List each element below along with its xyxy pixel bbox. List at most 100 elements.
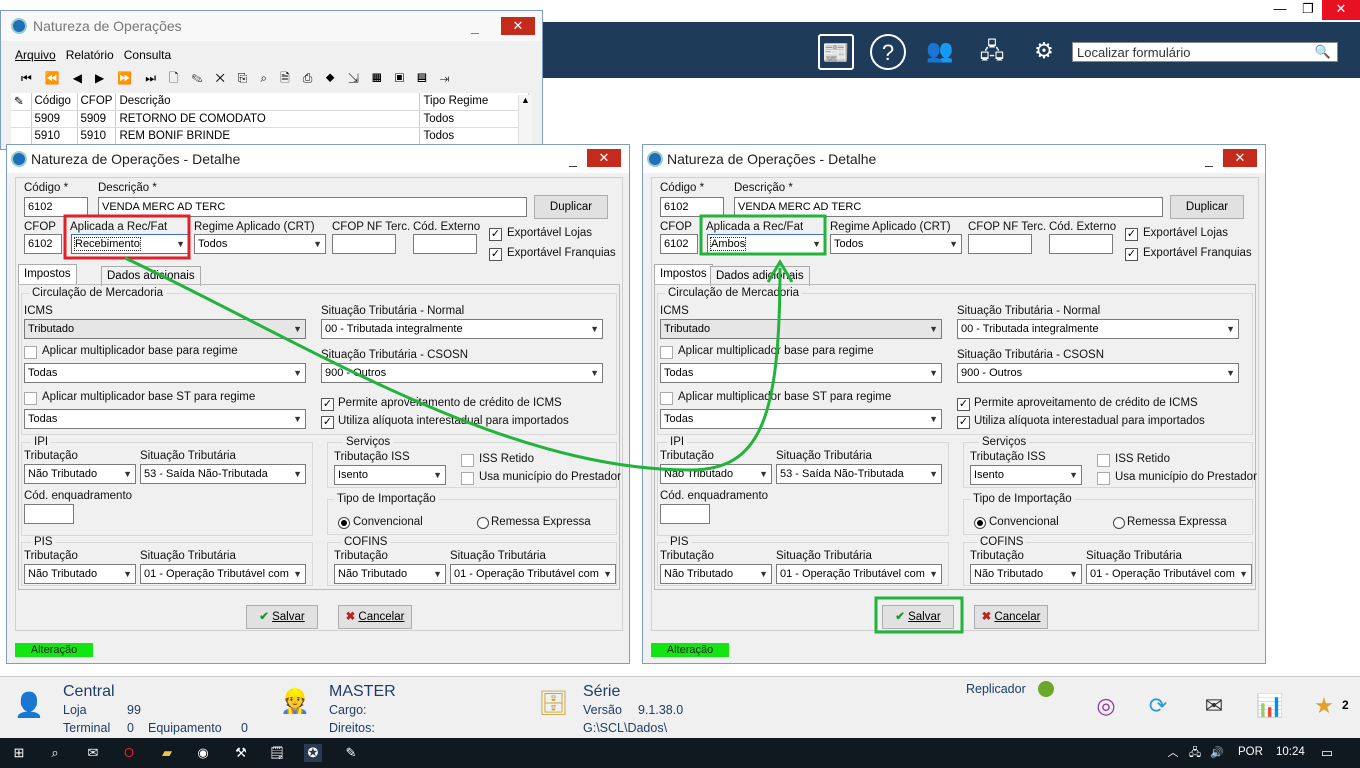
aplicada-select[interactable]: Recebimento ▼	[71, 234, 189, 254]
users-icon[interactable]: 👥	[922, 34, 958, 70]
minimize-icon[interactable]: _	[463, 11, 487, 41]
tab-dados-adicionais[interactable]: Dados adicionais	[101, 266, 201, 286]
iss-retido-checkbox[interactable]	[1097, 454, 1110, 467]
duplicar-button[interactable]: Duplicar	[1170, 195, 1244, 219]
clock[interactable]: 10:24	[1276, 746, 1305, 758]
icms-select[interactable]: Tributado ▼	[660, 319, 942, 339]
cofins-trib-select[interactable]: Não Tributado ▼	[334, 564, 446, 584]
paint-icon[interactable]: ✎	[342, 744, 360, 762]
tool-icon[interactable]: ⚒	[232, 744, 250, 762]
aplicar-mult-checkbox[interactable]	[660, 346, 673, 359]
search-icon[interactable]: ⌕	[46, 744, 64, 762]
cod-enq-input[interactable]	[24, 504, 74, 524]
aplicar-mult-st-checkbox[interactable]	[24, 392, 37, 405]
exportavel-franquias-checkbox[interactable]: ✓	[1125, 248, 1138, 261]
prev-record-icon[interactable]: ◀	[73, 71, 95, 85]
export-icon[interactable]: ▤	[417, 71, 440, 85]
cod-externo-input[interactable]	[413, 234, 477, 254]
opera-icon[interactable]: O	[120, 744, 138, 762]
ipi-sit-select[interactable]: 53 - Saída Não-Tributada ▼	[776, 464, 942, 484]
volume-icon[interactable]: 🔊	[1208, 744, 1226, 762]
cofins-sit-select[interactable]: 01 - Operação Tributável com ▼	[450, 564, 616, 584]
aplicar-mult-st-checkbox[interactable]	[660, 392, 673, 405]
language-indicator[interactable]: POR	[1238, 746, 1263, 758]
new-icon[interactable]: 🗋	[169, 71, 192, 85]
cancelar-button[interactable]: ✖ Cancelar	[974, 605, 1048, 629]
notification-icon[interactable]: ★	[1308, 690, 1340, 722]
refresh-icon[interactable]: ⟳	[1142, 690, 1174, 722]
chevron-up-icon[interactable]: ︿	[1164, 744, 1182, 762]
edit-icon[interactable]: ✎	[192, 71, 216, 85]
col-codigo[interactable]: Código	[31, 93, 78, 111]
grid-icon[interactable]: ▣	[395, 71, 418, 85]
network-icon[interactable]: 🖧	[974, 34, 1010, 70]
col-cfop[interactable]: CFOP	[77, 93, 117, 111]
tag-icon[interactable]: ◆	[325, 71, 347, 85]
sit-normal-select[interactable]: 00 - Tributada integralmente ▼	[957, 319, 1239, 339]
aplicar-mult-select[interactable]: Todas ▼	[660, 363, 942, 383]
exportavel-lojas-checkbox[interactable]: ✓	[489, 228, 502, 241]
news-icon[interactable]: 📰	[818, 34, 854, 70]
aplicar-mult-st-select[interactable]: Todas ▼	[24, 409, 306, 429]
sit-csosn-select[interactable]: 900 - Outros ▼	[957, 363, 1239, 383]
convencional-radio[interactable]	[974, 517, 986, 529]
minimize-icon[interactable]: —	[1266, 0, 1294, 20]
close-icon[interactable]: ✕	[1322, 0, 1360, 20]
cfop-input[interactable]: 6102	[24, 234, 62, 254]
salvar-button[interactable]: ✔ Salvar	[882, 605, 954, 629]
filter-icon[interactable]: ▦	[372, 71, 395, 85]
prev-page-icon[interactable]: ⏪	[45, 71, 73, 85]
find-icon[interactable]: ⌕	[260, 71, 280, 85]
next-page-icon[interactable]: ⏩	[117, 71, 145, 85]
pis-sit-select[interactable]: 01 - Operação Tributável com ▼	[140, 564, 306, 584]
descricao-input[interactable]: VENDA MERC AD TERC	[98, 197, 527, 217]
ipi-trib-select[interactable]: Não Tributado ▼	[24, 464, 136, 484]
permite-credito-checkbox[interactable]: ✓	[321, 398, 334, 411]
notepad-icon[interactable]: 🗒	[268, 744, 286, 762]
remessa-radio[interactable]	[477, 517, 489, 529]
replicador-status-icon[interactable]	[1038, 681, 1054, 697]
search-input[interactable]: Localizar formulário 🔍	[1072, 42, 1338, 62]
menu-consulta[interactable]: Consulta	[124, 48, 171, 62]
codigo-input[interactable]: 6102	[660, 197, 724, 217]
mail-icon[interactable]: ✉	[1198, 690, 1230, 722]
convencional-radio[interactable]	[338, 517, 350, 529]
descricao-input[interactable]: VENDA MERC AD TERC	[734, 197, 1163, 217]
tab-dados-adicionais[interactable]: Dados adicionais	[710, 266, 810, 286]
permite-credito-checkbox[interactable]: ✓	[957, 398, 970, 411]
chrome-icon[interactable]: ◉	[194, 744, 212, 762]
pis-trib-select[interactable]: Não Tributado ▼	[24, 564, 136, 584]
codigo-input[interactable]: 6102	[24, 197, 88, 217]
windows-start-icon[interactable]: ⊞	[10, 744, 28, 762]
cofins-trib-select[interactable]: Não Tributado ▼	[970, 564, 1082, 584]
usa-municipio-checkbox[interactable]	[461, 472, 474, 485]
close-icon[interactable]: ✕	[501, 17, 535, 35]
mail-app-icon[interactable]: ✉	[84, 744, 102, 762]
iss-select[interactable]: Isento ▼	[970, 465, 1082, 485]
aplicar-mult-checkbox[interactable]	[24, 346, 37, 359]
restore-icon[interactable]: ❐	[1294, 0, 1322, 20]
close-icon[interactable]: ✕	[1223, 149, 1257, 167]
scl-app-icon[interactable]: ✪	[304, 744, 322, 762]
ipi-sit-select[interactable]: 53 - Saída Não-Tributada ▼	[140, 464, 306, 484]
help-chat-icon[interactable]: ?	[870, 34, 906, 70]
exportavel-franquias-checkbox[interactable]: ✓	[489, 248, 502, 261]
aplicada-select[interactable]: Ambos ▼	[707, 234, 825, 254]
exportavel-lojas-checkbox[interactable]: ✓	[1125, 228, 1138, 241]
file-explorer-icon[interactable]: ▰	[158, 744, 176, 762]
print-icon[interactable]: ⎙	[303, 71, 326, 85]
tab-impostos[interactable]: Impostos	[654, 264, 713, 284]
salvar-button[interactable]: ✔ Salvar	[246, 605, 318, 629]
ipi-trib-select[interactable]: Não Tributado ▼	[660, 464, 772, 484]
cofins-sit-select[interactable]: 01 - Operação Tributável com ▼	[1086, 564, 1252, 584]
cod-externo-input[interactable]	[1049, 234, 1113, 254]
menu-arquivo[interactable]: Arquivo	[15, 48, 56, 62]
duplicar-button[interactable]: Duplicar	[534, 195, 608, 219]
utiliza-aliquota-checkbox[interactable]: ✓	[957, 416, 970, 429]
gear-icon[interactable]: ⚙	[1026, 34, 1062, 70]
minimize-icon[interactable]: _	[1197, 145, 1221, 173]
iss-select[interactable]: Isento ▼	[334, 465, 446, 485]
delete-icon[interactable]: ✕	[216, 71, 238, 85]
col-tipo-regime[interactable]: Tipo Regime	[419, 93, 529, 111]
network-icon[interactable]: 🖧	[1186, 744, 1204, 762]
